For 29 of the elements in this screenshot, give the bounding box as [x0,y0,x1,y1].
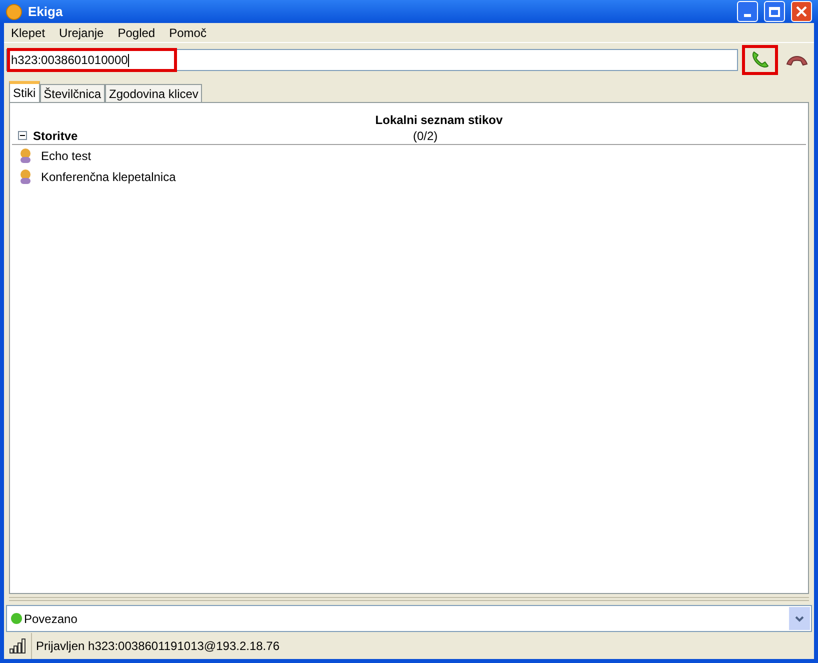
close-icon [796,6,807,17]
tab[interactable]: Stiki [9,81,40,102]
person-icon [20,148,31,164]
phone-icon [750,50,770,70]
presence-label: Povezano [24,610,78,628]
group-name: Storitve [33,128,79,144]
person-icon [20,168,31,184]
maximize-button[interactable] [764,1,785,22]
address-field[interactable]: h323:0038601010000 [6,49,738,71]
signal-icon [8,638,26,654]
presence-dropdown[interactable]: Povezano [6,605,812,632]
menu-item[interactable]: Pomoč [169,24,206,42]
call-button[interactable] [742,45,778,75]
minimize-button[interactable] [737,1,758,22]
contact-name[interactable]: Echo test [41,146,92,164]
app-logo-icon [6,4,22,20]
close-button[interactable] [791,1,812,22]
contact-name[interactable]: Konferenčna klepetalnica [41,168,176,186]
menu-item[interactable]: Klepet [11,24,46,42]
menu-item[interactable]: Pogled [118,24,156,42]
collapse-icon[interactable] [18,131,27,140]
tab[interactable]: Zgodovina klicev [105,84,202,102]
list-title: Lokalni seznam stikov [375,112,503,127]
menu-item[interactable]: Urejanje [59,24,104,42]
window-title: Ekiga [28,2,64,21]
tab[interactable]: Številčnica [40,84,106,102]
status-text: Prijavljen h323:0038601191013@193.2.18.76 [36,638,280,655]
group-count: (0/2) [413,128,438,144]
address-value: h323:0038601010000 [7,48,177,72]
